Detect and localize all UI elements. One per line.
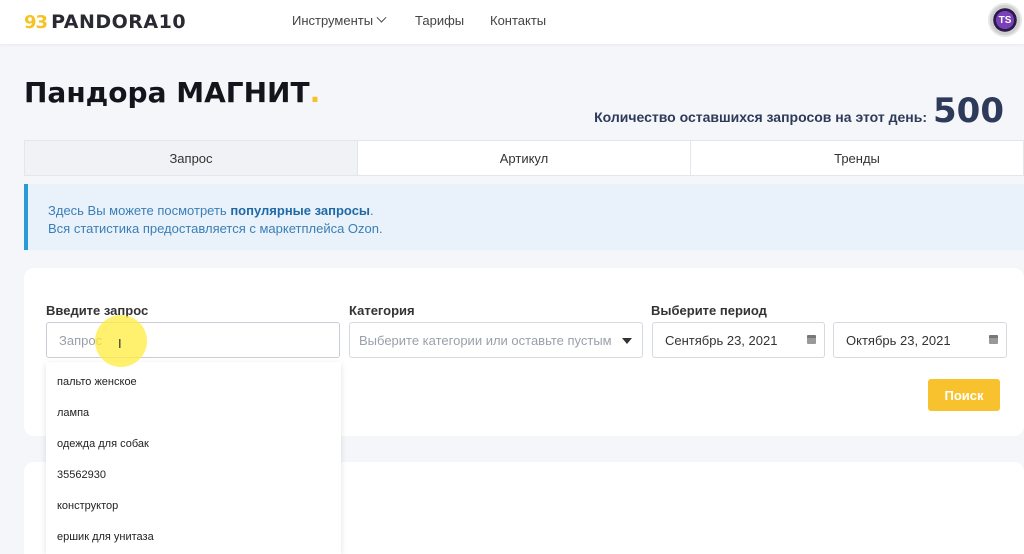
suggestion-item[interactable]: пальто женское bbox=[46, 366, 341, 397]
suggestion-item[interactable]: конструктор bbox=[46, 490, 341, 521]
info-line-1: Здесь Вы можете посмотреть популярные за… bbox=[48, 202, 1024, 220]
category-placeholder: Выберите категории или оставьте пустым bbox=[359, 332, 612, 348]
date-to-field[interactable]: Октябрь 23, 2021 bbox=[833, 322, 1007, 358]
quota-value: 500 bbox=[933, 91, 1004, 131]
nav-contacts[interactable]: Контакты bbox=[490, 13, 546, 28]
date-from-field[interactable]: Сентябрь 23, 2021 bbox=[652, 322, 825, 358]
nav-contacts-label: Контакты bbox=[490, 13, 547, 28]
info-line-1-suffix: . bbox=[370, 203, 374, 218]
date-from-value: Сентябрь 23, 2021 bbox=[665, 332, 778, 348]
tab-bar: Запрос Артикул Тренды bbox=[24, 140, 1024, 176]
tab-article[interactable]: Артикул bbox=[358, 141, 691, 175]
caret-down-icon bbox=[622, 338, 632, 344]
title-dot: . bbox=[309, 76, 321, 109]
suggestion-item[interactable]: ершик для унитаза bbox=[46, 521, 341, 552]
category-select[interactable]: Выберите категории или оставьте пустым bbox=[349, 322, 643, 358]
search-button[interactable]: Поиск bbox=[928, 379, 1000, 411]
suggestion-item[interactable]: одежда для собак bbox=[46, 428, 341, 459]
top-header: 93 PANDORA10 Инструменты Тарифы Контакты… bbox=[0, 0, 1024, 44]
period-label: Выберите период bbox=[651, 303, 767, 318]
calendar-icon bbox=[989, 335, 998, 344]
suggestions-dropdown: пальто женское лампа одежда для собак 35… bbox=[46, 362, 341, 554]
quota-label: Количество оставшихся запросов на этот д… bbox=[594, 109, 928, 125]
avatar[interactable]: TS bbox=[988, 3, 1022, 37]
category-label: Категория bbox=[349, 303, 415, 318]
tab-trends[interactable]: Тренды bbox=[691, 141, 1023, 175]
info-line-1-prefix: Здесь Вы можете посмотреть bbox=[48, 203, 231, 218]
date-to-value: Октябрь 23, 2021 bbox=[846, 332, 951, 348]
chevron-down-icon bbox=[376, 12, 387, 23]
query-field[interactable] bbox=[46, 322, 340, 358]
quota-counter: Количество оставшихся запросов на этот д… bbox=[594, 94, 1004, 128]
info-popular-link: популярные запросы bbox=[230, 203, 371, 218]
query-input[interactable] bbox=[59, 332, 339, 348]
query-label: Введите запрос bbox=[46, 303, 149, 318]
avatar-initials: TS bbox=[998, 14, 1012, 26]
nav-tools[interactable]: Инструменты bbox=[292, 12, 415, 28]
nav-pricing[interactable]: Тарифы bbox=[415, 13, 490, 28]
logo-mark: 93 bbox=[24, 11, 48, 33]
logo[interactable]: 93 PANDORA10 bbox=[24, 10, 186, 34]
logo-text: PANDORA10 bbox=[51, 11, 187, 33]
nav-tools-label: Инструменты bbox=[292, 13, 374, 28]
info-line-2: Вся статистика предоставляется с маркетп… bbox=[48, 221, 383, 236]
nav-pricing-label: Тарифы bbox=[415, 13, 465, 28]
page-title-text: Пандора МАГНИТ bbox=[24, 76, 310, 109]
calendar-icon bbox=[807, 335, 816, 344]
main-nav: Инструменты Тарифы Контакты bbox=[292, 12, 546, 28]
page-title: Пандора МАГНИТ. bbox=[24, 76, 320, 109]
info-banner: Здесь Вы можете посмотреть популярные за… bbox=[24, 184, 1024, 250]
suggestion-item[interactable]: 35562930 bbox=[46, 459, 341, 490]
suggestion-item[interactable]: лампа bbox=[46, 397, 341, 428]
tab-query[interactable]: Запрос bbox=[25, 141, 358, 175]
